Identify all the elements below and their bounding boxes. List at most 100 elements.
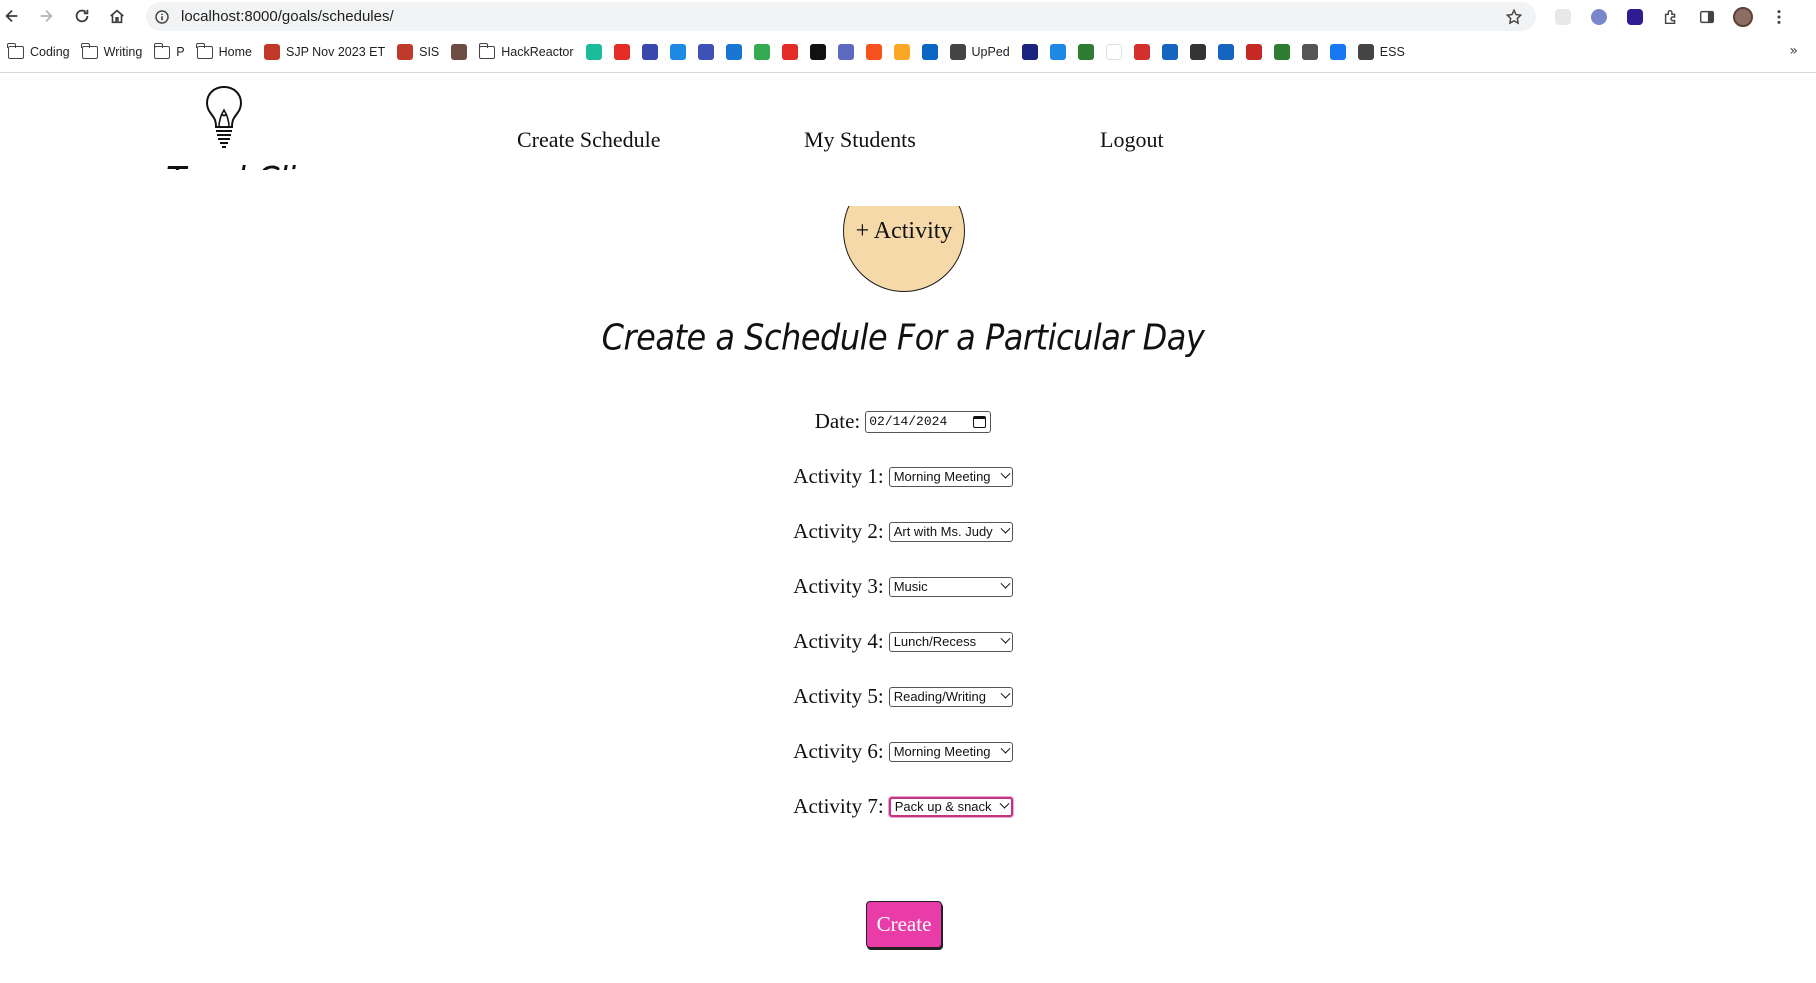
bookmark-item[interactable] xyxy=(1044,40,1072,64)
site-favicon-icon xyxy=(397,44,414,60)
bookmark-item[interactable] xyxy=(776,40,804,64)
bookmark-label: Writing xyxy=(103,45,143,59)
activity-label: Activity 7: xyxy=(793,794,884,818)
nav-my-students[interactable]: My Students xyxy=(804,127,916,153)
extension-icon[interactable] xyxy=(1624,6,1646,28)
bookmark-item[interactable] xyxy=(664,40,692,64)
activity-row: Activity 4: Lunch/Recess xyxy=(0,629,1806,654)
chevron-down-icon xyxy=(1000,688,1011,699)
site-favicon-icon xyxy=(1105,44,1122,60)
bookmarks-overflow-icon[interactable]: » xyxy=(1789,43,1798,59)
forward-icon[interactable] xyxy=(34,4,58,28)
date-input[interactable]: 02/14/2024 xyxy=(865,410,992,433)
bookmark-item[interactable] xyxy=(608,40,636,64)
bookmark-item[interactable] xyxy=(804,40,832,64)
activity-row: Activity 3: Music xyxy=(0,574,1806,599)
activity-select[interactable]: Art with Ms. Judy xyxy=(888,521,1013,542)
date-label: Date: xyxy=(814,409,861,433)
extension-icon[interactable] xyxy=(1588,6,1610,28)
bookmark-item[interactable] xyxy=(1156,40,1184,64)
calendar-icon[interactable] xyxy=(973,415,987,428)
activity-label: Activity 2: xyxy=(793,519,884,543)
bookmark-label: Coding xyxy=(30,45,70,59)
bookmark-star-icon[interactable] xyxy=(1504,7,1524,27)
activity-select-value: Lunch/Recess xyxy=(893,634,977,649)
activity-select[interactable]: Music xyxy=(888,576,1013,597)
extension-icon[interactable] xyxy=(1552,6,1574,28)
bookmark-label: ESS xyxy=(1379,45,1405,59)
bookmark-item[interactable]: SIS xyxy=(391,40,445,64)
activity-row: Activity 7: Pack up & snack xyxy=(0,794,1806,819)
activity-select[interactable]: Lunch/Recess xyxy=(888,631,1013,652)
nav-create-schedule[interactable]: Create Schedule xyxy=(517,127,661,153)
reload-icon[interactable] xyxy=(70,4,94,28)
bookmark-item[interactable] xyxy=(860,40,888,64)
site-favicon-icon xyxy=(613,44,630,60)
bookmark-item[interactable] xyxy=(916,40,944,64)
profile-avatar-icon[interactable] xyxy=(1732,6,1754,28)
bookmark-item[interactable] xyxy=(692,40,720,64)
site-info-icon[interactable] xyxy=(152,7,172,27)
bookmark-item[interactable] xyxy=(1100,40,1128,64)
bookmark-item[interactable] xyxy=(888,40,916,64)
folder-icon xyxy=(478,42,496,59)
bookmark-item[interactable] xyxy=(445,40,473,64)
nav-logout[interactable]: Logout xyxy=(1100,127,1164,153)
site-favicon-icon xyxy=(1301,44,1318,60)
address-bar[interactable]: localhost:8000/goals/schedules/ xyxy=(146,2,1536,31)
activity-row: Activity 5: Reading/Writing xyxy=(0,684,1806,709)
bookmark-item[interactable] xyxy=(832,40,860,64)
bookmark-item[interactable] xyxy=(748,40,776,64)
bookmark-item[interactable]: ESS xyxy=(1352,40,1411,64)
side-panel-icon[interactable] xyxy=(1696,6,1718,28)
add-activity-label: + Activity xyxy=(855,218,953,244)
site-favicon-icon xyxy=(893,44,910,60)
bookmark-item[interactable] xyxy=(1072,40,1100,64)
activity-row: Activity 2: Art with Ms. Judy xyxy=(0,519,1806,544)
extensions-puzzle-icon[interactable] xyxy=(1660,6,1682,28)
bookmark-item[interactable]: Coding xyxy=(2,40,76,64)
bookmark-item[interactable]: UpPed xyxy=(944,40,1016,64)
activity-label: Activity 3: xyxy=(793,574,884,598)
bookmark-item[interactable] xyxy=(1184,40,1212,64)
back-icon[interactable] xyxy=(0,4,24,28)
activity-select[interactable]: Reading/Writing xyxy=(888,686,1013,707)
folder-icon xyxy=(196,42,213,59)
bookmark-item[interactable] xyxy=(1212,40,1240,64)
menu-kebab-icon[interactable] xyxy=(1768,6,1790,28)
bookmark-item[interactable]: Home xyxy=(191,40,258,64)
bookmark-item[interactable]: HackReactor xyxy=(473,40,579,64)
activity-label: Activity 6: xyxy=(793,739,884,763)
activity-label: Activity 1: xyxy=(793,464,884,488)
bookmarks-bar: Coding Writing P Home SJP Nov 2023 ET SIS Hack… xyxy=(0,38,1816,66)
activity-select[interactable]: Morning Meeting xyxy=(888,466,1013,487)
bookmark-item[interactable]: Writing xyxy=(76,40,149,64)
bookmark-item[interactable]: SJP Nov 2023 ET xyxy=(258,40,391,64)
activity-label: Activity 5: xyxy=(793,684,884,708)
bookmark-item[interactable]: P xyxy=(148,40,190,64)
activity-select[interactable]: Morning Meeting xyxy=(888,741,1013,762)
bookmark-item[interactable] xyxy=(580,40,608,64)
bookmark-item[interactable] xyxy=(636,40,664,64)
page-title: Create a Schedule For a Particular Day xyxy=(601,315,1205,359)
activity-select-value: Pack up & snack xyxy=(894,799,992,814)
activity-row: Activity 6: Morning Meeting xyxy=(0,739,1806,764)
site-favicon-icon xyxy=(1049,44,1066,60)
url-text[interactable]: localhost:8000/goals/schedules/ xyxy=(181,8,394,25)
bookmark-item[interactable] xyxy=(1268,40,1296,64)
home-icon[interactable] xyxy=(105,4,129,28)
site-favicon-icon xyxy=(725,44,742,60)
bookmark-item[interactable] xyxy=(720,40,748,64)
bookmark-item[interactable] xyxy=(1296,40,1324,64)
site-favicon-icon xyxy=(809,44,826,60)
bookmark-item[interactable] xyxy=(1324,40,1352,64)
create-button[interactable]: Create xyxy=(866,901,942,948)
bookmark-item[interactable] xyxy=(1240,40,1268,64)
chevron-down-icon xyxy=(1000,633,1011,644)
bookmark-item[interactable] xyxy=(1128,40,1156,64)
site-favicon-icon xyxy=(669,44,686,60)
site-favicon-icon xyxy=(1217,44,1234,60)
bookmark-item[interactable] xyxy=(1016,40,1044,64)
browser-toolbar: localhost:8000/goals/schedules/ xyxy=(0,0,1816,33)
activity-select[interactable]: Pack up & snack xyxy=(888,796,1013,817)
